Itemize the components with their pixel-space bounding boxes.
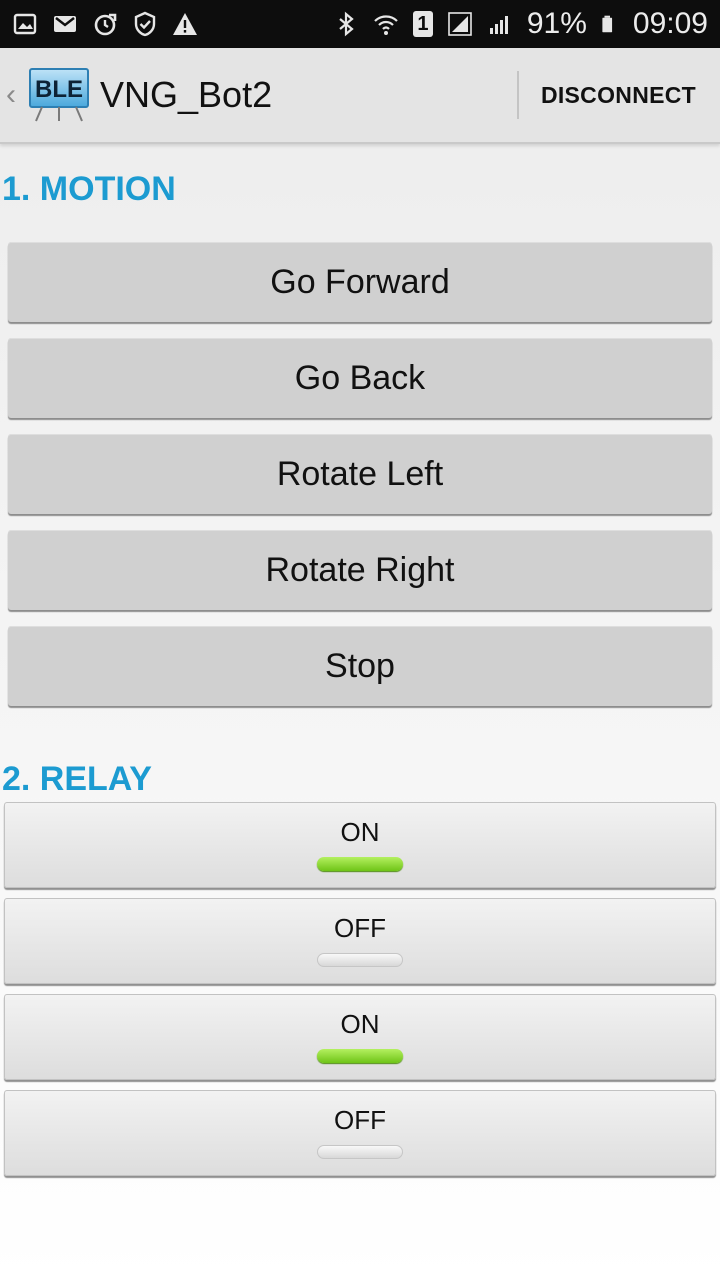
relay-indicator-light [317, 857, 403, 871]
ble-logo-text: BLE [35, 76, 83, 103]
sim-icon: 1 [412, 11, 433, 37]
relay-toggle-2[interactable]: OFF [4, 898, 716, 984]
rotate-left-button[interactable]: Rotate Left [8, 434, 712, 514]
shield-icon [134, 11, 156, 37]
relay-toggle-4[interactable]: OFF [4, 1090, 716, 1176]
go-forward-button[interactable]: Go Forward [8, 242, 712, 322]
action-bar: ‹ BLE VNG_Bot2 DISCONNECT [0, 48, 720, 144]
wifi-icon [374, 15, 398, 35]
motion-button-list: Go Forward Go Back Rotate Left Rotate Ri… [8, 242, 712, 722]
status-right-icons: 1 91% 09:09 [333, 7, 708, 41]
action-bar-divider [516, 71, 519, 119]
signal-bars-icon [489, 16, 508, 34]
relay-toggle-label: OFF [334, 1105, 386, 1135]
gallery-icon [13, 13, 37, 35]
warning-icon [173, 13, 197, 35]
relay-toggle-label: ON [340, 817, 380, 847]
motion-heading: 1. MOTION [2, 170, 176, 208]
relay-indicator-light [317, 1145, 403, 1159]
clock: 09:09 [632, 7, 708, 40]
signal-icon [448, 12, 472, 36]
back-chevron-icon[interactable]: ‹ [6, 78, 28, 112]
sync-icon [94, 13, 117, 36]
relay-toggle-label: OFF [334, 913, 386, 943]
relay-toggle-3[interactable]: ON [4, 994, 716, 1080]
stop-button[interactable]: Stop [8, 626, 712, 706]
sim-slot-number: 1 [417, 13, 429, 35]
status-left-icons [12, 11, 198, 37]
relay-toggle-label: ON [340, 1009, 380, 1039]
device-title: VNG_Bot2 [100, 74, 273, 115]
relay-indicator-light [317, 953, 403, 967]
bluetooth-icon [339, 11, 354, 37]
gmail-icon [54, 16, 76, 32]
relay-toggle-list: ON OFF ON OFF [4, 802, 716, 1186]
disconnect-button[interactable]: DISCONNECT [541, 82, 696, 109]
ble-logo-icon[interactable]: BLE [28, 67, 90, 123]
battery-icon [602, 15, 612, 33]
status-bar: 1 91% 09:09 [0, 0, 720, 48]
rotate-right-button[interactable]: Rotate Right [8, 530, 712, 610]
go-back-button[interactable]: Go Back [8, 338, 712, 418]
relay-toggle-1[interactable]: ON [4, 802, 716, 888]
relay-indicator-light [317, 1049, 403, 1063]
relay-heading: 2. RELAY [2, 760, 152, 798]
battery-percent: 91% [526, 7, 587, 40]
